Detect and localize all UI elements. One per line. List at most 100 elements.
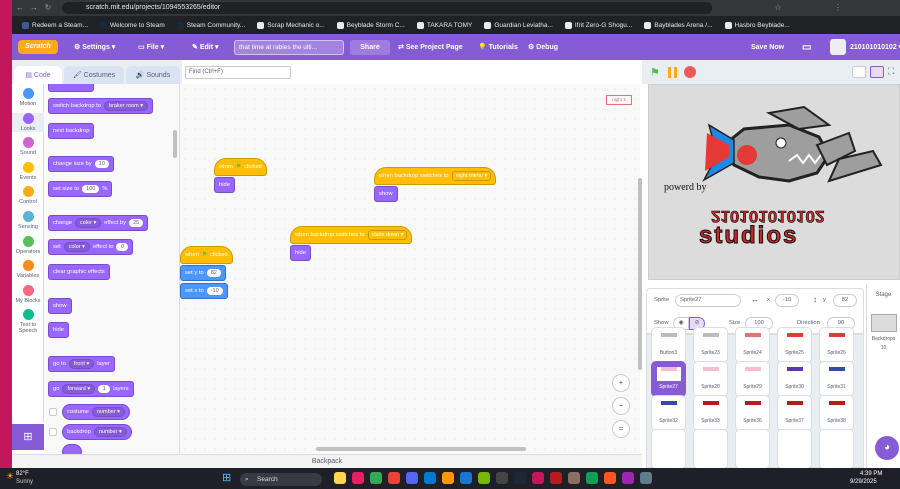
sprite-tile[interactable]: Sprite38 <box>819 395 854 431</box>
set-x-block[interactable]: set x to -10 <box>180 283 228 299</box>
set-y-block[interactable]: set y to 82 <box>180 265 226 281</box>
sprite-tile[interactable]: Sprite36 <box>735 395 770 431</box>
stop-icon[interactable] <box>684 66 696 78</box>
debug-button[interactable]: ⚙ Debug <box>528 34 558 60</box>
number-input[interactable]: 100 <box>82 185 100 193</box>
number-input[interactable]: 1 <box>98 385 111 393</box>
taskbar-app-icon[interactable] <box>442 472 454 484</box>
sprite-tile[interactable]: Sprite27 <box>651 361 686 397</box>
steam-icon[interactable] <box>514 472 526 484</box>
avatar[interactable] <box>830 39 846 55</box>
bookmark-item[interactable]: Redeem a Steam... <box>16 21 94 29</box>
bookmark-item[interactable]: Steam Community... <box>171 21 251 29</box>
category-control[interactable]: Control <box>12 186 44 205</box>
project-title-input[interactable]: that time at rabies the ulti... <box>234 40 344 55</box>
username-menu[interactable]: 210101010102 ▾ <box>850 34 900 60</box>
category-sound[interactable]: Sound <box>12 137 44 156</box>
address-field[interactable]: scratch.mit.edu/projects/1094553265/edit… <box>62 2 712 14</box>
sprite-tile[interactable]: Sprite30 <box>777 361 812 397</box>
change-effect-block[interactable]: change color ▾ effect by 25 <box>48 215 149 231</box>
hide-block[interactable]: hide <box>48 322 69 338</box>
taskbar-app-icon[interactable] <box>604 472 616 484</box>
set-size-block[interactable]: set size to 100% <box>48 181 113 197</box>
edit-menu[interactable]: ✎ Edit ▾ <box>192 34 219 60</box>
go-to-layer-block[interactable]: go to front ▾ layer <box>48 356 115 372</box>
number-input[interactable]: 25 <box>129 219 144 227</box>
effect-dropdown[interactable]: color ▾ <box>75 218 102 228</box>
switch-backdrop-block[interactable]: switch backdrop to braker room ▾ <box>48 98 153 114</box>
stage-canvas[interactable]: powerd by 210101010102 studios <box>648 84 900 280</box>
green-flag-icon[interactable]: ⚑ <box>650 66 660 79</box>
taskbar-app-icon[interactable] <box>334 472 346 484</box>
sprite-tile[interactable]: Sprite23 <box>693 327 728 363</box>
bookmark-item[interactable]: TAKARA TOMY <box>411 21 479 29</box>
backdrop-number-reporter[interactable]: backdrop number ▾ <box>62 424 132 440</box>
layer-dropdown[interactable]: front ▾ <box>68 359 95 369</box>
workspace-scrollbar-horizontal[interactable] <box>316 447 526 451</box>
when-flag-clicked-hat[interactable]: when ⚑ clicked <box>214 158 267 176</box>
zoom-out-button[interactable]: − <box>612 397 630 415</box>
back-icon[interactable]: ← <box>14 2 26 14</box>
category-operators[interactable]: Operators <box>12 235 44 255</box>
change-size-block[interactable]: change size by 10 <box>48 156 114 172</box>
taskbar-app-icon[interactable] <box>478 472 490 484</box>
taskbar-app-icon[interactable] <box>622 472 634 484</box>
tutorials-button[interactable]: 💡 Tutorials <box>478 34 518 60</box>
number-input[interactable]: 10 <box>94 160 109 168</box>
add-backdrop-button[interactable]: ◕ <box>875 436 899 460</box>
reporter-partial[interactable] <box>62 444 82 454</box>
taskbar-app-icon[interactable] <box>370 472 382 484</box>
number-input[interactable]: 82 <box>206 269 221 277</box>
large-stage-button[interactable] <box>870 66 884 78</box>
number-input[interactable]: -10 <box>206 287 223 295</box>
see-project-page-button[interactable]: ⇄ See Project Page <box>398 34 463 60</box>
bookmark-item[interactable]: Bayblades Arena /... <box>638 21 718 29</box>
bookmark-item[interactable]: Ifrit Zero-G Shogu... <box>559 21 638 29</box>
zoom-reset-button[interactable]: = <box>612 420 630 438</box>
category-my-blocks[interactable]: My Blocks <box>12 284 44 304</box>
tab-costumes[interactable]: 🖌 Costumes <box>64 66 124 84</box>
effect-dropdown[interactable]: color ▾ <box>63 242 90 252</box>
sprite-tile[interactable]: Sprite31 <box>819 361 854 397</box>
sprite-tile[interactable]: Button3 <box>651 327 686 363</box>
backpack-bar[interactable]: Backpack <box>12 454 642 468</box>
taskbar-app-icon[interactable] <box>532 472 544 484</box>
costume-number-reporter[interactable]: costume number ▾ <box>62 404 130 420</box>
outlook-icon[interactable] <box>460 472 472 484</box>
menu-icon[interactable]: ⋮ <box>832 2 844 14</box>
sprite-tile[interactable] <box>693 429 728 469</box>
show-block[interactable]: show <box>374 186 398 202</box>
reload-icon[interactable]: ↻ <box>42 2 54 14</box>
sprite-tile[interactable]: Sprite33 <box>693 395 728 431</box>
file-menu[interactable]: ▭ File ▾ <box>138 34 164 60</box>
taskbar-app-icon[interactable] <box>550 472 562 484</box>
fullscreen-icon[interactable]: ⛶ <box>888 66 900 78</box>
sprite-tile[interactable]: Sprite26 <box>819 327 854 363</box>
settings-menu[interactable]: ⚙ Settings ▾ <box>74 34 115 60</box>
sprite-tile[interactable] <box>777 429 812 469</box>
bookmark-item[interactable]: Beyblade Storm C... <box>331 21 411 29</box>
palette-scrollbar[interactable] <box>173 130 177 158</box>
code-workspace[interactable]: when ⚑ clicked hide when ⚑ clicked set y to 8… <box>180 84 640 454</box>
sprite-tile[interactable]: Sprite37 <box>777 395 812 431</box>
zoom-in-button[interactable]: + <box>612 374 630 392</box>
sprite-tile[interactable] <box>651 429 686 469</box>
bookmark-item[interactable]: Hasbro Beyblade... <box>719 21 796 29</box>
category-text-to-speech[interactable]: Text to Speech <box>12 309 44 334</box>
hide-block[interactable]: hide <box>290 245 311 261</box>
scratch-logo[interactable]: Scratch <box>18 40 58 54</box>
tab-sounds[interactable]: 🔊 Sounds <box>126 66 180 84</box>
add-sprite-button[interactable] <box>818 454 836 468</box>
star-icon[interactable]: ☆ <box>772 2 784 14</box>
when-flag-clicked-hat[interactable]: when ⚑ clicked <box>180 246 233 264</box>
backdrop-dropdown[interactable]: night menu ▾ <box>451 171 492 181</box>
bookmark-item[interactable]: Welcome to Steam <box>94 21 171 29</box>
go-layers-block[interactable]: go forward ▾ 1 layers <box>48 381 134 397</box>
set-effect-block[interactable]: set color ▾ effect to 0 <box>48 239 134 255</box>
hide-block[interactable]: hide <box>214 177 235 193</box>
stage-thumbnail[interactable] <box>870 314 897 332</box>
sprite-tile[interactable]: Sprite25 <box>777 327 812 363</box>
sprite-tile[interactable]: Sprite28 <box>693 361 728 397</box>
number-dropdown[interactable]: number ▾ <box>91 407 125 417</box>
taskbar-app-icon[interactable] <box>406 472 418 484</box>
